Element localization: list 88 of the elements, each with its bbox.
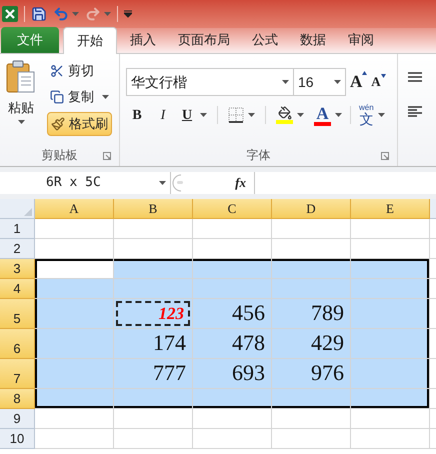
align-left-icon[interactable] (408, 106, 422, 118)
fill-color-icon[interactable] (276, 106, 293, 124)
scissors-icon (50, 64, 64, 78)
paste-button[interactable]: 粘贴 (0, 60, 42, 144)
row-header[interactable]: 9 (0, 409, 35, 429)
ribbon-tab[interactable]: 插入 (121, 27, 165, 53)
ribbon-tab[interactable]: 公式 (243, 27, 287, 53)
border-icon[interactable] (228, 107, 244, 123)
table-cell[interactable]: 429 (272, 329, 351, 359)
caret-icon (18, 120, 24, 124)
column-header[interactable]: D (272, 199, 351, 219)
cut-button[interactable]: 剪切 (50, 60, 112, 82)
caret-icon (159, 180, 166, 184)
underline-button[interactable]: U (178, 104, 196, 126)
up-arrow-icon (362, 71, 368, 76)
caret-icon (378, 113, 385, 117)
caret-icon (248, 113, 255, 117)
font-color-button[interactable]: A (314, 104, 331, 126)
row-header[interactable]: 1 (0, 219, 35, 239)
column-header[interactable]: A (35, 199, 114, 219)
customize-menu-icon[interactable] (124, 10, 132, 18)
caret-icon (297, 113, 304, 117)
table-cell[interactable]: 789 (272, 299, 351, 329)
spreadsheet-logo-icon[interactable] (2, 6, 18, 22)
row-header[interactable]: 10 (0, 429, 35, 449)
row-header[interactable]: 2 (0, 239, 35, 259)
bold-button[interactable]: B (126, 104, 148, 126)
triangle-icon (24, 208, 32, 216)
column-header[interactable] (430, 199, 436, 219)
group-label: 字体 (246, 147, 270, 164)
cell-value: 429 (311, 332, 344, 354)
file-tab[interactable]: 文件 (1, 27, 59, 53)
font-name-field[interactable]: 华文行楷 (126, 68, 294, 96)
clipboard-icon (5, 60, 37, 94)
shrink-font-button[interactable]: A (371, 72, 386, 92)
down-arrow-icon (380, 74, 386, 78)
column-header[interactable]: B (114, 199, 193, 219)
cell-value: 693 (232, 362, 265, 384)
table-cell[interactable]: 456 (193, 299, 272, 329)
undo-icon[interactable] (53, 6, 69, 22)
row-header[interactable]: 7 (0, 359, 35, 389)
table-cell[interactable]: 478 (193, 329, 272, 359)
name-box[interactable]: 6R x 5C (0, 172, 170, 194)
caret-icon (104, 12, 111, 16)
table-cell[interactable]: 693 (193, 359, 272, 389)
caret-icon (334, 80, 341, 84)
caret-icon (335, 113, 342, 117)
cell-value: 174 (153, 332, 186, 354)
brush-icon (51, 117, 65, 131)
table-cell[interactable]: 174 (114, 329, 193, 359)
cell-value: 456 (232, 302, 265, 324)
table-cell[interactable]: 976 (272, 359, 351, 389)
cell-value: 478 (232, 332, 265, 354)
insert-function-button[interactable]: fx (235, 172, 246, 192)
copy-icon (50, 90, 64, 104)
ribbon-tab[interactable]: 开始 (63, 27, 117, 54)
italic-button[interactable]: I (152, 104, 174, 126)
save-icon[interactable] (31, 6, 47, 22)
column-header[interactable]: E (351, 199, 430, 219)
caret-icon (102, 95, 109, 99)
select-all-corner[interactable] (0, 199, 35, 219)
column-header[interactable]: C (193, 199, 272, 219)
grow-font-button[interactable]: A (350, 69, 368, 95)
align-middle-icon[interactable] (408, 72, 422, 82)
copy-button[interactable]: 复制 (50, 86, 112, 108)
dialog-launcher-icon[interactable] (103, 152, 111, 160)
phonetic-guide-button[interactable]: wén 文 (359, 104, 374, 126)
ribbon-tab[interactable]: 审阅 (339, 27, 383, 53)
cell-value: 976 (311, 362, 344, 384)
row-header[interactable]: 6 (0, 329, 35, 359)
row-header[interactable]: 3 (0, 259, 35, 279)
ribbon-tab[interactable]: 页面布局 (169, 27, 239, 53)
formula-field[interactable] (254, 172, 436, 194)
format-painter-button[interactable]: 格式刷 (47, 112, 112, 136)
ribbon-tab[interactable]: 数据 (291, 27, 335, 53)
cell-value: 123 (158, 305, 184, 322)
row-header[interactable]: 4 (0, 279, 35, 299)
caret-icon (72, 12, 79, 16)
caret-icon (200, 113, 207, 117)
font-size-field[interactable]: 16 (294, 68, 346, 96)
cell-value: 789 (311, 302, 344, 324)
group-label: 剪贴板 (42, 147, 78, 164)
table-cell[interactable]: 777 (114, 359, 193, 389)
row-header[interactable]: 5 (0, 299, 35, 329)
dialog-launcher-icon[interactable] (381, 152, 389, 160)
row-header[interactable]: 8 (0, 389, 35, 409)
caret-icon (282, 80, 289, 84)
cell-value: 777 (153, 362, 186, 384)
